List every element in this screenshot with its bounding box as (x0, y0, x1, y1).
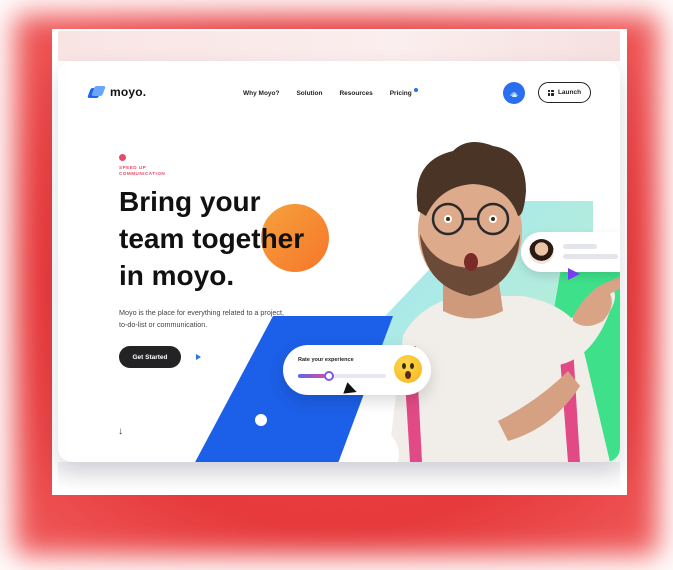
landing-page: moyo. Why Moyo? Solution Resources Prici… (58, 61, 620, 462)
nav-pricing-label: Pricing (389, 90, 412, 97)
nav-solution[interactable]: Solution (296, 90, 322, 97)
nav-why-moyo[interactable]: Why Moyo? (243, 90, 279, 97)
surprised-emoji-icon (394, 355, 422, 383)
user-avatar-icon (510, 92, 518, 97)
rate-title: Rate your experience (298, 357, 354, 363)
nav-resources[interactable]: Resources (339, 90, 372, 97)
get-started-button[interactable]: Get Started (119, 346, 181, 368)
chat-avatar (529, 239, 554, 264)
grid-icon (547, 89, 554, 96)
chat-placeholder-line (563, 254, 618, 259)
main-nav: Why Moyo? Solution Resources Pricing (243, 88, 418, 97)
arrow-down-icon[interactable]: ↓ (118, 426, 123, 437)
brand-logo[interactable]: moyo. (87, 85, 147, 99)
hero-eyebrow: SPEED UP COMMUNICATION (119, 165, 166, 176)
headline-line-2: team together (119, 223, 305, 254)
hero-description: Moyo is the place for everything related… (119, 308, 285, 329)
card-shadow-base (58, 462, 620, 490)
play-icon[interactable] (196, 354, 201, 360)
surprised-man-image (388, 142, 620, 462)
brand-name: moyo. (110, 85, 147, 99)
cursor-pointer-icon (568, 268, 580, 280)
eyebrow-icon (119, 154, 126, 161)
browser-top-bar (58, 31, 620, 61)
hero-headline: Bring your team together in moyo. (119, 183, 359, 294)
nav-pricing[interactable]: Pricing (389, 88, 418, 97)
launch-button[interactable]: Launch (538, 82, 591, 103)
user-avatar-button[interactable] (503, 82, 525, 104)
headline-line-3: in moyo. (119, 260, 235, 291)
notification-dot (413, 88, 418, 92)
rating-slider-knob[interactable] (323, 371, 334, 381)
chat-preview-card (521, 232, 620, 272)
white-dot-decor (255, 414, 267, 426)
rating-slider[interactable] (298, 371, 386, 381)
launch-label: Launch (557, 89, 582, 96)
moyo-logo-icon (87, 86, 106, 98)
chat-placeholder-line (563, 244, 597, 249)
headline-line-1: Bring your (119, 186, 261, 217)
